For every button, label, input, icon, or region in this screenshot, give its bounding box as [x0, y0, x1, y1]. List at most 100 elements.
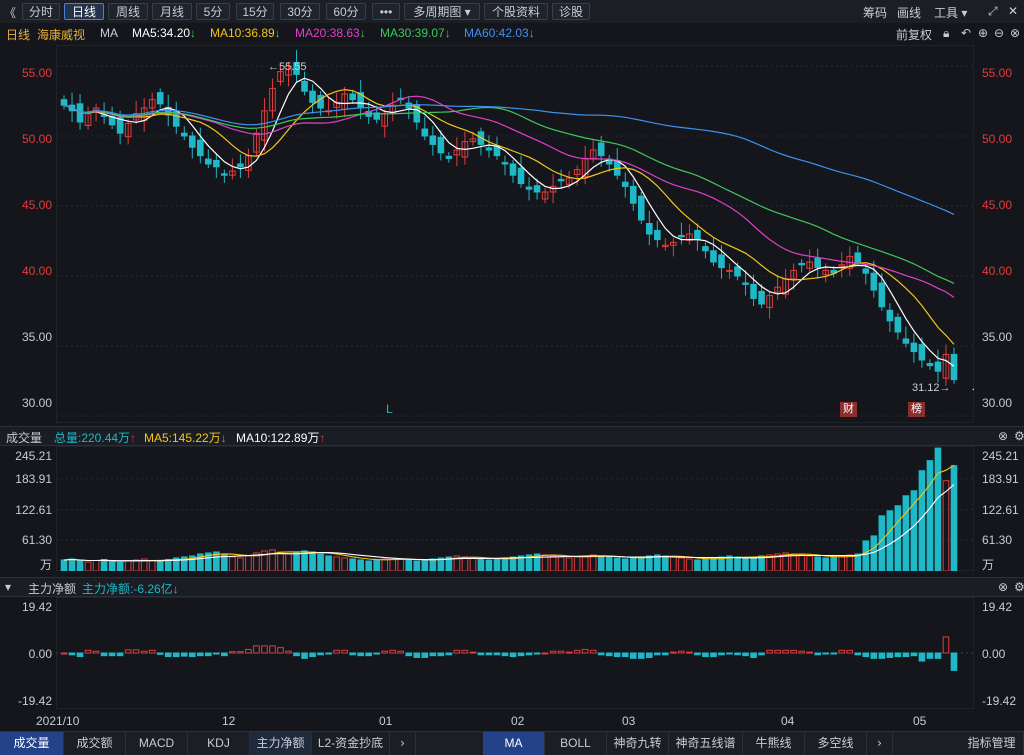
- flow-bar: [493, 652, 501, 656]
- volume-bar: [950, 465, 958, 571]
- tab-boll[interactable]: BOLL: [545, 732, 607, 755]
- tab-30min[interactable]: 30分: [280, 3, 320, 20]
- flow-bar: [333, 649, 340, 654]
- tab-ma[interactable]: MA: [483, 732, 545, 755]
- zoom-out-icon[interactable]: ⊖: [994, 26, 1004, 40]
- tab-monthly[interactable]: 月线: [152, 3, 192, 20]
- chips-button[interactable]: 筹码: [863, 4, 887, 21]
- stock-profile-button[interactable]: 个股资料: [484, 3, 548, 20]
- flow-tick-top-right: 19.42: [982, 600, 1013, 614]
- candle-body: [349, 93, 356, 101]
- volume-bar: [662, 555, 669, 571]
- finance-marker[interactable]: 财: [840, 402, 857, 417]
- tab-main-flow[interactable]: 主力净额: [250, 732, 312, 755]
- flow-bar: [269, 645, 276, 654]
- flow-bar: [854, 652, 862, 656]
- flow-bar: [541, 652, 549, 655]
- candle-body: [509, 163, 517, 176]
- price-chart[interactable]: [56, 45, 974, 423]
- undo-icon[interactable]: ↶: [961, 26, 971, 40]
- settings-icon[interactable]: ⚙: [1014, 580, 1024, 594]
- flow-chart[interactable]: [56, 597, 974, 709]
- flow-bar: [581, 648, 589, 654]
- flow-bar: [277, 647, 284, 654]
- flow-tick-top: 19.42: [21, 600, 52, 614]
- volume-bar: [637, 556, 645, 571]
- tab-60min[interactable]: 60分: [326, 3, 366, 20]
- flow-bar: [461, 649, 469, 654]
- flow-bar: [397, 650, 405, 654]
- flow-bar: [878, 652, 886, 659]
- flow-bar: [846, 649, 854, 654]
- tab-magic-nine[interactable]: 神奇九转: [607, 732, 669, 755]
- close-icon[interactable]: ✕: [1008, 4, 1018, 18]
- date-tick: 03: [622, 714, 636, 728]
- price-tick-55: 55.00: [21, 66, 52, 80]
- l2-marker[interactable]: L: [386, 402, 393, 416]
- back-icon[interactable]: 《: [4, 4, 16, 21]
- candle-body: [156, 92, 164, 105]
- volume-ma10: MA10:122.89万↑: [236, 431, 326, 445]
- tab-daily[interactable]: 日线: [64, 3, 104, 20]
- diagnose-button[interactable]: 诊股: [552, 3, 590, 20]
- tab-kdj[interactable]: KDJ: [188, 732, 250, 755]
- lock-icon[interactable]: 🔒︎: [943, 26, 949, 41]
- volume-bar: [405, 559, 413, 571]
- flow-bar: [501, 652, 509, 657]
- close-icon[interactable]: ⊗: [1010, 26, 1020, 40]
- plot-border: [56, 45, 974, 423]
- flow-bar: [597, 652, 605, 656]
- indicator-manage-button[interactable]: 指标管理: [960, 732, 1024, 755]
- volume-bar: [734, 556, 741, 571]
- volume-chart[interactable]: [56, 446, 974, 571]
- tools-dropdown[interactable]: 工具 ▾: [934, 4, 967, 21]
- tab-15min[interactable]: 15分: [236, 3, 274, 20]
- draw-button[interactable]: 画线: [897, 4, 921, 21]
- candle-body: [485, 147, 493, 151]
- flow-bar: [718, 652, 725, 656]
- chevron-right-icon[interactable]: ›: [867, 732, 893, 755]
- volume-bar: [750, 556, 757, 571]
- expand-icon[interactable]: ⤢: [988, 4, 998, 19]
- tab-intraday[interactable]: 分时: [22, 3, 60, 20]
- flow-header: ▾ 主力净额 主力净额:-6.26亿↓ ⊗ ⚙: [0, 577, 1024, 597]
- candle-body: [197, 139, 204, 157]
- tab-5min[interactable]: 5分: [196, 3, 230, 20]
- volume-bar: [926, 460, 934, 571]
- chevron-right-icon[interactable]: ›: [390, 732, 416, 755]
- tab-bull-bear[interactable]: 牛熊线: [743, 732, 805, 755]
- vol-tick-4-right: 61.30: [982, 533, 1013, 547]
- vol-tick-3: 122.61: [15, 503, 52, 517]
- flow-bar: [950, 652, 958, 671]
- close-icon[interactable]: ⊗: [998, 429, 1008, 443]
- tab-magic-five[interactable]: 神奇五线谱: [669, 732, 743, 755]
- flow-bar: [702, 652, 709, 658]
- close-icon[interactable]: ⊗: [998, 580, 1008, 594]
- ma60-value: MA60:42.03↓: [464, 26, 535, 40]
- flow-bar: [862, 652, 870, 658]
- tab-weekly[interactable]: 周线: [108, 3, 148, 20]
- candle-body: [646, 223, 653, 235]
- volume-ma5: MA5:145.22万↓: [144, 431, 227, 445]
- flow-bar: [357, 652, 364, 657]
- flow-bar: [557, 650, 565, 654]
- settings-icon[interactable]: ⚙: [1014, 429, 1024, 443]
- multi-period-dropdown[interactable]: 多周期图 ▾: [404, 3, 480, 20]
- candle-body: [734, 266, 741, 277]
- volume-ma5-line: [63, 464, 955, 562]
- tab-turnover[interactable]: 成交额: [64, 732, 126, 755]
- ma10-value: MA10:36.89↓: [210, 26, 281, 40]
- tab-volume[interactable]: 成交量: [0, 732, 64, 755]
- collapse-icon[interactable]: ▾: [5, 580, 11, 594]
- tab-l2-bottom[interactable]: L2-资金抄底: [312, 732, 390, 755]
- restore-rights-button[interactable]: 前复权: [896, 26, 932, 43]
- tab-macd[interactable]: MACD: [126, 732, 188, 755]
- flow-bar: [678, 650, 685, 654]
- zoom-in-icon[interactable]: ⊕: [978, 26, 988, 40]
- more-periods-button[interactable]: •••: [372, 3, 400, 20]
- flow-bar: [437, 652, 445, 657]
- flow-bar: [589, 649, 597, 654]
- tab-long-short[interactable]: 多空线: [805, 732, 867, 755]
- ma-selector[interactable]: MA: [100, 26, 118, 40]
- ranking-marker[interactable]: 榜: [908, 402, 925, 417]
